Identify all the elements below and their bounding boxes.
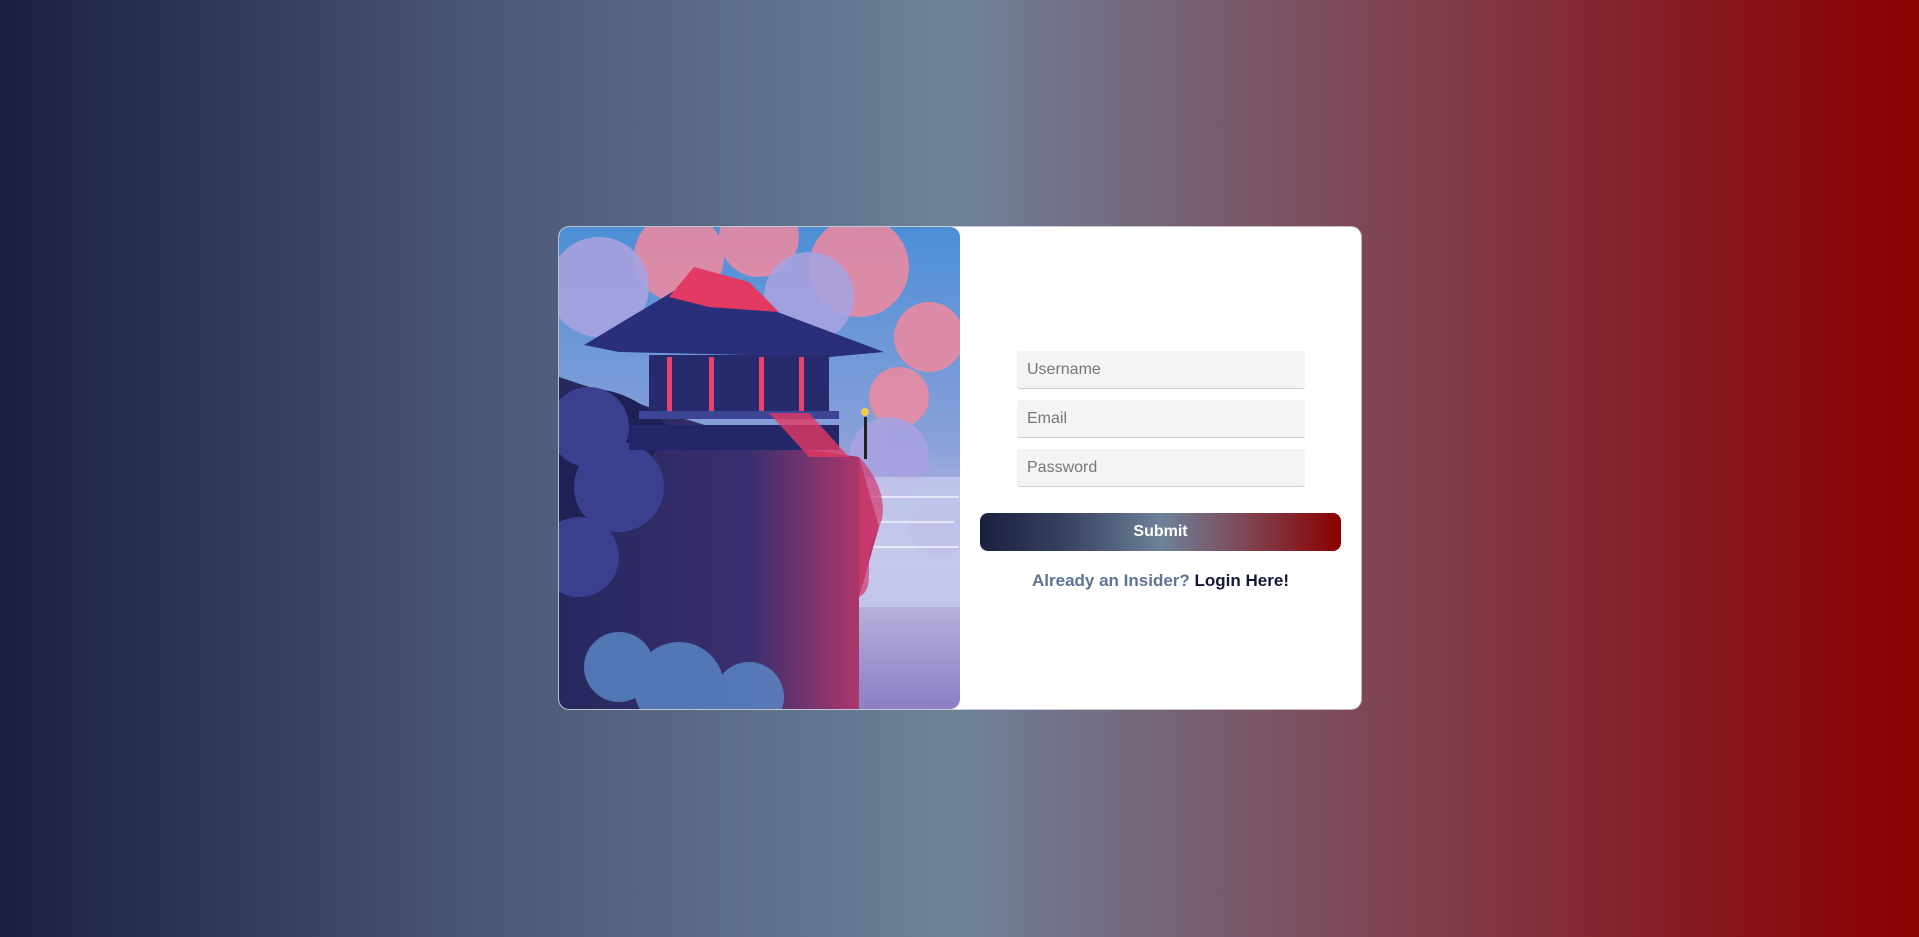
login-prompt-line: Already an Insider? Login Here! [960, 571, 1361, 591]
signup-form: Submit Already an Insider? Login Here! [960, 227, 1361, 709]
username-input[interactable] [1017, 351, 1305, 389]
pagoda-illustration [559, 227, 960, 709]
password-input[interactable] [1017, 449, 1305, 487]
signup-card: Submit Already an Insider? Login Here! [559, 227, 1361, 709]
login-link[interactable]: Login Here! [1195, 571, 1289, 590]
login-prompt-text: Already an Insider? [1032, 571, 1190, 590]
email-input[interactable] [1017, 400, 1305, 438]
submit-button[interactable]: Submit [980, 513, 1341, 551]
